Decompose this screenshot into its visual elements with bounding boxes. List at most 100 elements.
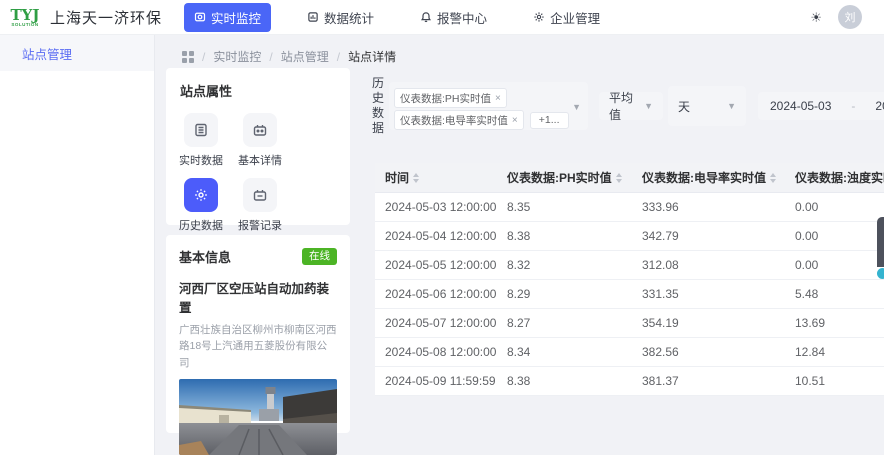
nav-item-alarm-center[interactable]: 报警中心 <box>410 3 497 32</box>
scrollbar-thumb[interactable] <box>877 217 884 267</box>
company-logo: TYJ SOLUTION <box>8 4 42 30</box>
cell-conductivity: 312.08 <box>642 258 679 272</box>
cell-turbidity: 10.51 <box>795 374 826 388</box>
logo-subtext: SOLUTION <box>11 21 39 27</box>
table-row: 2024-05-03 12:00:00 8.35 333.96 0.00 <box>375 193 884 222</box>
alarm-icon <box>421 12 432 23</box>
basic-details-button[interactable]: 基本详情 <box>238 113 282 168</box>
floating-scroll-widget[interactable] <box>877 217 884 280</box>
sidebar-item-station-management[interactable]: 站点管理 <box>0 35 154 71</box>
monitor-icon <box>194 12 206 22</box>
nav-item-enterprise-management[interactable]: 企业管理 <box>523 3 610 32</box>
cell-turbidity: 0.00 <box>795 200 819 214</box>
table-row: 2024-05-09 11:59:59 8.38 381.37 10.51 <box>375 367 884 396</box>
page: TYJ SOLUTION 上海天一济环保 实时监控 数据统计 报警中心 企业管理 <box>0 0 884 455</box>
breadcrumb-realtime-monitor[interactable]: 实时监控 <box>213 48 261 65</box>
cell-time: 2024-05-04 12:00:00 <box>385 229 497 243</box>
basic-details-icon <box>243 113 277 147</box>
table-row: 2024-05-08 12:00:00 8.34 382.56 12.84 <box>375 338 884 367</box>
grid-icon[interactable] <box>182 50 194 63</box>
header-right: ☀ 刘 <box>810 5 862 29</box>
left-sidebar: 站点管理 <box>0 35 155 455</box>
cell-ph: 8.38 <box>507 374 531 388</box>
cell-turbidity: 13.69 <box>795 316 826 330</box>
metric-tag-more[interactable]: +1... <box>529 111 569 129</box>
float-button-icon[interactable] <box>877 268 884 279</box>
cell-ph: 8.29 <box>507 287 531 301</box>
cell-turbidity: 0.00 <box>795 229 819 243</box>
device-name: 河西厂区空压站自动加药装置 <box>179 282 330 315</box>
basic-info-title: 基本信息 <box>179 250 232 265</box>
sort-icon[interactable] <box>770 172 776 183</box>
breadcrumb: / 实时监控 / 站点管理 / 站点详情 <box>182 48 396 65</box>
device-address: 广西壮族自治区柳州市柳南区河西路18号上汽通用五菱股份有限公司 <box>179 324 337 369</box>
breadcrumb-station-management[interactable]: 站点管理 <box>281 48 329 65</box>
history-data-icon <box>184 178 218 212</box>
realtime-data-icon <box>184 113 218 147</box>
history-data-label: 历史数据 <box>371 76 384 135</box>
nav-item-realtime-monitor[interactable]: 实时监控 <box>184 2 272 32</box>
basic-info-card: 基本信息 在线 河西厂区空压站自动加药装置 广西壮族自治区柳州市柳南区河西路18… <box>166 235 350 455</box>
table-row: 2024-05-06 12:00:00 8.29 331.35 5.48 <box>375 280 884 309</box>
statistics-icon <box>308 12 318 22</box>
company-name: 上海天一济环保 <box>50 9 163 27</box>
main-nav: 实时监控 数据统计 报警中心 企业管理 <box>184 2 610 32</box>
cell-conductivity: 342.79 <box>642 229 679 243</box>
nav-item-data-statistics[interactable]: 数据统计 <box>297 3 384 32</box>
cell-ph: 8.38 <box>507 229 531 243</box>
realtime-data-button[interactable]: 实时数据 <box>179 113 223 168</box>
cell-conductivity: 382.56 <box>642 345 679 359</box>
sort-icon[interactable] <box>615 172 622 183</box>
history-data-table: 时间 仪表数据:PH实时值 仪表数据:电导率实时值 仪表数据:浊度实时值 202… <box>375 163 884 396</box>
header-conductivity[interactable]: 仪表数据:电导率实时值 <box>632 169 785 186</box>
header-ph[interactable]: 仪表数据:PH实时值 <box>497 169 632 186</box>
sort-icon[interactable] <box>413 172 420 183</box>
chevron-down-icon: ▼ <box>727 101 736 111</box>
cell-conductivity: 381.37 <box>642 374 679 388</box>
metric-tag-ph[interactable]: 仪表数据:PH实时值 × <box>394 88 507 108</box>
date-separator: - <box>851 99 856 113</box>
aggregation-select[interactable]: 平均值 ▼ <box>599 91 663 122</box>
tag-remove-icon[interactable]: × <box>495 93 501 104</box>
theme-toggle-icon[interactable]: ☀ <box>810 11 822 24</box>
table-row: 2024-05-05 12:00:00 8.32 312.08 0.00 <box>375 251 884 280</box>
date-start: 2024-05-03 <box>770 99 832 113</box>
cell-ph: 8.32 <box>507 258 531 272</box>
gear-icon <box>534 12 544 22</box>
table-row: 2024-05-07 12:00:00 8.27 354.19 13.69 <box>375 309 884 338</box>
site-photo <box>179 378 337 455</box>
cell-ph: 8.34 <box>507 345 531 359</box>
tag-remove-icon[interactable]: × <box>512 115 518 126</box>
cell-conductivity: 331.35 <box>642 287 679 301</box>
logo-text: TYJ <box>10 5 40 24</box>
user-avatar[interactable]: 刘 <box>838 5 862 29</box>
date-range-picker[interactable]: 2024-05-03 - 2024 <box>758 92 884 120</box>
header-time[interactable]: 时间 <box>375 169 497 186</box>
cell-turbidity: 12.84 <box>795 345 826 359</box>
top-navbar: TYJ SOLUTION 上海天一济环保 实时监控 数据统计 报警中心 企业管理 <box>0 0 884 35</box>
metric-tag-conductivity[interactable]: 仪表数据:电导率实时值 × <box>394 110 524 130</box>
table-header-row: 时间 仪表数据:PH实时值 仪表数据:电导率实时值 仪表数据:浊度实时值 <box>375 163 884 193</box>
date-end: 2024 <box>875 99 884 113</box>
cell-time: 2024-05-09 11:59:59 <box>385 374 496 388</box>
alarm-records-button[interactable]: 报警记录 <box>238 178 282 233</box>
header-turbidity[interactable]: 仪表数据:浊度实时值 <box>785 169 884 186</box>
cell-time: 2024-05-08 12:00:00 <box>385 345 497 359</box>
cell-turbidity: 0.00 <box>795 258 819 272</box>
interval-select[interactable]: 天 ▼ <box>668 86 746 126</box>
cell-time: 2024-05-05 12:00:00 <box>385 258 497 272</box>
cell-time: 2024-05-06 12:00:00 <box>385 287 497 301</box>
history-data-button[interactable]: 历史数据 <box>179 178 223 233</box>
station-properties-card: 站点属性 实时数据 基本详情 历史数据 报警记录 <box>166 68 350 297</box>
cell-conductivity: 333.96 <box>642 200 679 214</box>
table-row: 2024-05-04 12:00:00 8.38 342.79 0.00 <box>375 222 884 251</box>
alarm-records-icon <box>243 178 277 212</box>
cell-time: 2024-05-03 12:00:00 <box>385 200 497 214</box>
station-properties-title: 站点属性 <box>180 84 233 99</box>
breadcrumb-station-detail: 站点详情 <box>348 50 397 64</box>
cell-turbidity: 5.48 <box>795 287 819 301</box>
chevron-down-icon: ▼ <box>644 101 653 111</box>
cell-ph: 8.35 <box>507 200 531 214</box>
metric-multiselect[interactable]: 仪表数据:PH实时值 × 仪表数据:电导率实时值 × +1... ▼ <box>389 82 588 130</box>
cell-time: 2024-05-07 12:00:00 <box>385 316 497 330</box>
